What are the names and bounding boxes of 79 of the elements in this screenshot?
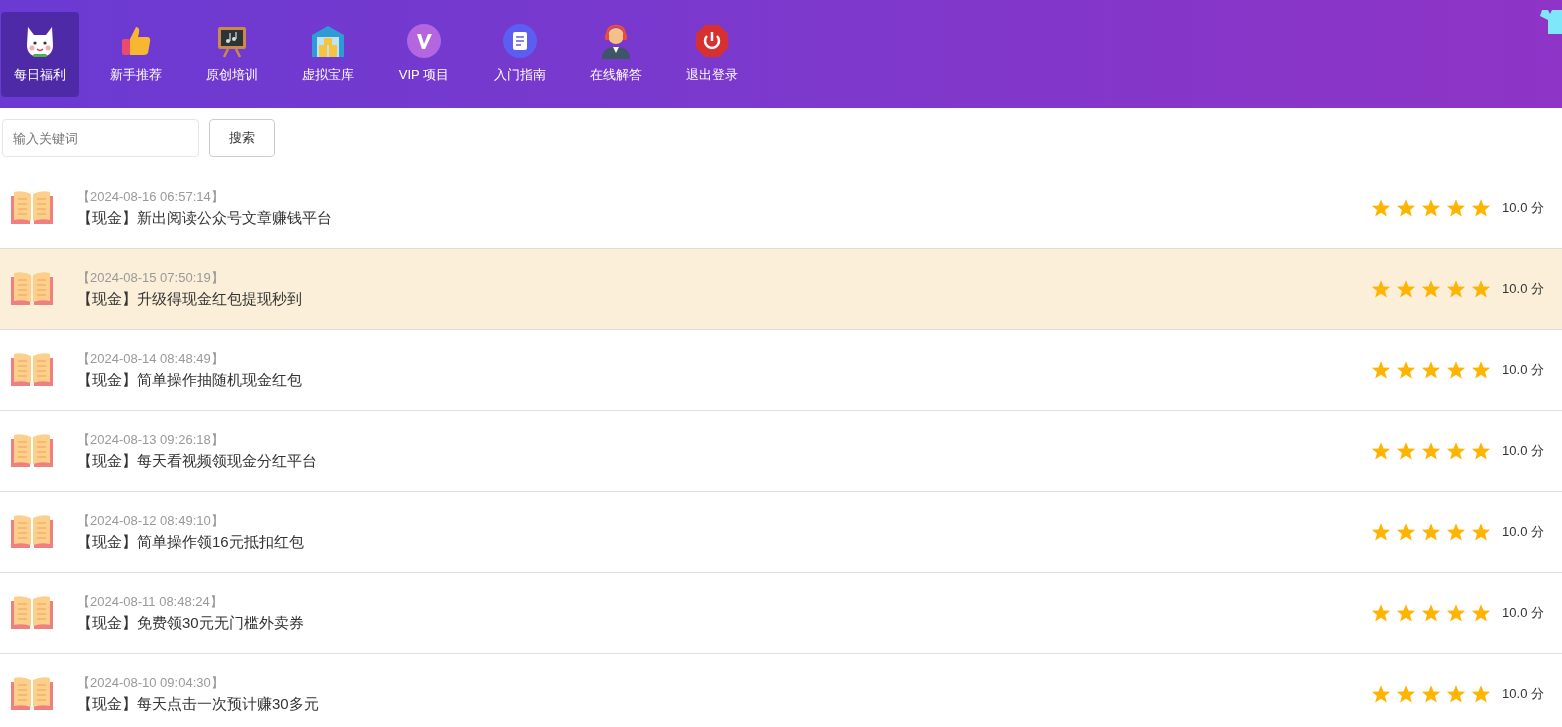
star-icon — [1421, 441, 1442, 461]
nav-item[interactable]: 虚拟宝库 — [289, 11, 367, 97]
star-icon — [1421, 684, 1442, 704]
star-icon — [1371, 198, 1392, 218]
star-icon — [1371, 603, 1392, 623]
star-icon — [1421, 522, 1442, 542]
post-time: 【2024-08-15 07:50:19】 — [77, 269, 225, 287]
post-time: 【2024-08-16 06:57:14】 — [77, 188, 225, 206]
post-title[interactable]: 【现金】每天点击一次预计赚30多元 — [77, 692, 1372, 715]
shirt-icon — [1538, 8, 1562, 34]
post-title[interactable]: 【现金】简单操作领16元抵扣红包 — [77, 530, 1372, 553]
star-icon — [1471, 603, 1492, 623]
post-time: 【2024-08-12 08:49:10】 — [77, 512, 225, 530]
star-icon — [1371, 684, 1392, 704]
search-field[interactable]: 输入关键词 — [2, 119, 199, 157]
star-icon — [1396, 522, 1417, 542]
star-icon — [1396, 360, 1417, 380]
book-icon — [11, 676, 53, 712]
star-icon — [1471, 279, 1492, 299]
star-icon — [1446, 441, 1467, 461]
star-icon — [1446, 198, 1467, 218]
post-title[interactable]: 【现金】简单操作抽随机现金红包 — [77, 368, 1372, 391]
star-icon — [1471, 684, 1492, 704]
post-title[interactable]: 【现金】升级得现金红包提现秒到 — [77, 287, 1372, 310]
score-label: 10.0 分 — [1502, 280, 1544, 299]
star-icon — [1396, 441, 1417, 461]
nav-item[interactable]: 新手推荐 — [97, 11, 175, 97]
power-icon — [694, 23, 730, 60]
star-icon — [1421, 360, 1442, 380]
book-icon — [11, 271, 53, 307]
star-icon — [1471, 360, 1492, 380]
star-icon — [1421, 279, 1442, 299]
star-icon — [1371, 279, 1392, 299]
star-icon — [1371, 360, 1392, 380]
book-icon — [11, 190, 53, 226]
nav-item[interactable]: 入门指南 — [481, 11, 559, 97]
post-time: 【2024-08-13 09:26:18】 — [77, 431, 225, 449]
star-icon — [1371, 441, 1392, 461]
post-title[interactable]: 【现金】每天看视频领现金分红平台 — [77, 449, 1372, 472]
nav-item[interactable]: 退出登录 — [673, 11, 751, 97]
book-icon — [11, 352, 53, 388]
score-label: 10.0 分 — [1502, 685, 1544, 704]
book-icon — [11, 595, 53, 631]
star-icon — [1446, 522, 1467, 542]
star-icon — [1471, 522, 1492, 542]
star-icon — [1396, 603, 1417, 623]
star-icon — [1471, 441, 1492, 461]
post-title[interactable]: 【现金】新出阅读公众号文章赚钱平台 — [77, 206, 1372, 229]
post-title[interactable]: 【现金】免费领30元无门槛外卖券 — [77, 611, 1372, 634]
star-icon — [1446, 684, 1467, 704]
star-icon — [1421, 603, 1442, 623]
star-icon — [1421, 198, 1442, 218]
star-icon — [1396, 198, 1417, 218]
post-time: 【2024-08-11 08:48:24】 — [77, 593, 224, 611]
nav-item[interactable]: VIP 项目 — [385, 11, 463, 97]
search-button[interactable]: 搜索 — [209, 119, 275, 157]
nav-item[interactable]: 原创培训 — [193, 11, 271, 97]
warehouse-icon — [310, 23, 346, 60]
book-icon — [11, 433, 53, 469]
star-icon — [1446, 279, 1467, 299]
v-circle-icon — [406, 23, 442, 60]
star-icon — [1446, 603, 1467, 623]
list-row[interactable]: 【2024-08-15 07:50:19】 【现金】升级得现金红包提现秒到 10.0 分 — [0, 249, 1562, 330]
star-icon — [1371, 522, 1392, 542]
score-label: 10.0 分 — [1502, 361, 1544, 380]
score-label: 10.0 分 — [1502, 604, 1544, 623]
score-label: 10.0 分 — [1502, 442, 1544, 461]
star-icon — [1396, 279, 1417, 299]
score-label: 10.0 分 — [1502, 523, 1544, 542]
score-label: 10.0 分 — [1502, 199, 1544, 218]
book-icon — [11, 514, 53, 550]
star-icon — [1446, 360, 1467, 380]
star-icon — [1471, 198, 1492, 218]
document-circle-icon — [502, 23, 538, 60]
nav-item[interactable]: 每日福利 — [1, 11, 79, 97]
post-time: 【2024-08-10 09:04:30】 — [77, 674, 225, 692]
post-time: 【2024-08-14 08:48:49】 — [77, 350, 225, 368]
nav-item[interactable]: 在线解答 — [577, 11, 655, 97]
star-icon — [1396, 684, 1417, 704]
